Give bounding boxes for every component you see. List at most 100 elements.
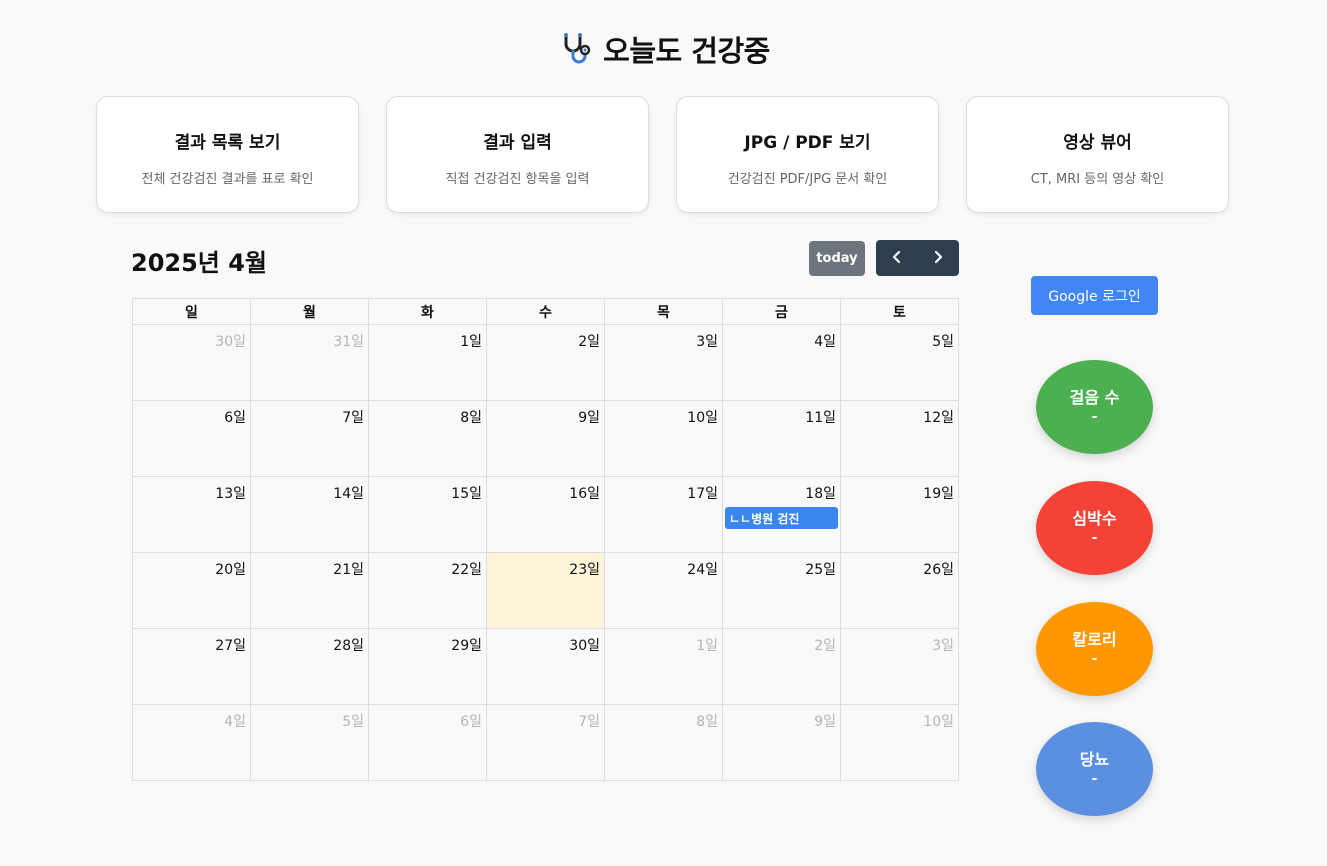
card-document-viewer[interactable]: JPG / PDF 보기 건강검진 PDF/JPG 문서 확인 [676,96,939,213]
calendar-day-cell[interactable]: 17일 [604,476,723,553]
app-title: 오늘도 건강중 [603,34,770,68]
calendar-day-cell[interactable]: 6일 [132,400,251,477]
calendar-day-cell[interactable]: 30일 [132,324,251,401]
day-number: 4일 [814,334,836,350]
card-title: 결과 입력 [483,133,552,153]
day-number: 27일 [215,638,246,654]
calendar-day-cell[interactable]: 8일 [604,704,723,781]
card-title: 결과 목록 보기 [174,133,281,153]
card-image-viewer[interactable]: 영상 뷰어 CT, MRI 등의 영상 확인 [966,96,1229,213]
calendar-day-cell[interactable]: 4일 [132,704,251,781]
day-number: 2일 [814,638,836,654]
weekday-sun: 일 [132,298,251,325]
calendar-day-cell[interactable]: 10일 [840,704,959,781]
calendar-day-cell[interactable]: 22일 [368,552,487,629]
calendar-day-cell[interactable]: 31일 [250,324,369,401]
day-number: 3일 [932,638,954,654]
weekday-wed: 수 [486,298,605,325]
day-number: 18일 [805,486,836,502]
day-number: 5일 [342,714,364,730]
calendar-day-cell[interactable]: 20일 [132,552,251,629]
calendar-day-cell[interactable]: 2일 [722,628,841,705]
card-title: 영상 뷰어 [1063,133,1132,153]
calendar-day-cell[interactable]: 5일 [250,704,369,781]
calendar-day-cell[interactable]: 16일 [486,476,605,553]
day-number: 20일 [215,562,246,578]
calendar-event[interactable]: ㄴㄴ병원 검진 [725,507,838,529]
calendar-day-cell[interactable]: 24일 [604,552,723,629]
card-result-list[interactable]: 결과 목록 보기 전체 건강검진 결과를 표로 확인 [96,96,359,213]
calendar-day-cell[interactable]: 7일 [250,400,369,477]
metric-calories[interactable]: 칼로리 - [1036,602,1153,696]
today-button[interactable]: today [809,241,865,276]
metric-blood-sugar[interactable]: 당뇨 - [1036,722,1153,816]
calendar-week: 13일 14일 15일 16일 17일 18일 ㄴㄴ병원 검진 19일 [132,476,959,553]
card-result-input[interactable]: 결과 입력 직접 건강검진 항목을 입력 [386,96,649,213]
day-number: 29일 [451,638,482,654]
weekday-header: 일 월 화 수 목 금 토 [132,298,959,325]
calendar-day-cell[interactable]: 15일 [368,476,487,553]
calendar-day-cell[interactable]: 11일 [722,400,841,477]
day-number: 6일 [224,410,246,426]
day-number: 16일 [569,486,600,502]
day-number: 7일 [578,714,600,730]
google-login-button[interactable]: Google 로그인 [1031,276,1158,315]
metric-label: 걸음 수 [1069,388,1120,407]
day-number: 30일 [215,334,246,350]
calendar-day-cell[interactable]: 26일 [840,552,959,629]
calendar-day-cell[interactable]: 7일 [486,704,605,781]
calendar-day-cell[interactable]: 9일 [722,704,841,781]
day-number: 3일 [696,334,718,350]
calendar-day-cell[interactable]: 12일 [840,400,959,477]
calendar-day-cell[interactable]: 10일 [604,400,723,477]
calendar-day-cell[interactable]: 28일 [250,628,369,705]
day-number: 1일 [696,638,718,654]
calendar-day-cell[interactable]: 21일 [250,552,369,629]
next-month-button[interactable] [918,240,960,276]
day-number: 31일 [333,334,364,350]
day-number: 10일 [687,410,718,426]
day-number: 15일 [451,486,482,502]
calendar-day-cell[interactable]: 23일 [486,552,605,629]
calendar-day-cell[interactable]: 1일 [368,324,487,401]
weekday-mon: 월 [250,298,369,325]
calendar-day-cell[interactable]: 18일 ㄴㄴ병원 검진 [722,476,841,553]
day-number: 11일 [805,410,836,426]
metric-label: 당뇨 [1079,750,1110,769]
calendar-day-cell[interactable]: 1일 [604,628,723,705]
calendar-day-cell[interactable]: 25일 [722,552,841,629]
metric-value: - [1091,771,1098,787]
calendar-day-cell[interactable]: 29일 [368,628,487,705]
prev-month-button[interactable] [876,240,918,276]
calendar-day-cell[interactable]: 4일 [722,324,841,401]
weekday-sat: 토 [840,298,959,325]
app-page: 오늘도 건강중 결과 목록 보기 전체 건강검진 결과를 표로 확인 결과 입력… [0,0,1327,866]
day-number: 1일 [460,334,482,350]
calendar-week: 20일 21일 22일 23일 24일 25일 26일 [132,552,959,629]
calendar-day-cell[interactable]: 14일 [250,476,369,553]
calendar-day-cell[interactable]: 19일 [840,476,959,553]
calendar-day-cell[interactable]: 8일 [368,400,487,477]
calendar-day-cell[interactable]: 6일 [368,704,487,781]
calendar-day-cell[interactable]: 5일 [840,324,959,401]
calendar-day-cell[interactable]: 3일 [840,628,959,705]
stethoscope-icon [557,31,593,67]
calendar-day-cell[interactable]: 3일 [604,324,723,401]
calendar-day-cell[interactable]: 9일 [486,400,605,477]
calendar-day-cell[interactable]: 27일 [132,628,251,705]
calendar-day-cell[interactable]: 30일 [486,628,605,705]
metric-heart-rate[interactable]: 심박수 - [1036,481,1153,575]
metric-steps[interactable]: 걸음 수 - [1036,360,1153,454]
day-number: 19일 [923,486,954,502]
app-header: 오늘도 건강중 [0,28,1327,70]
day-number: 25일 [805,562,836,578]
metric-label: 칼로리 [1072,630,1117,649]
day-number: 9일 [578,410,600,426]
calendar-day-cell[interactable]: 13일 [132,476,251,553]
day-number: 6일 [460,714,482,730]
weekday-fri: 금 [722,298,841,325]
calendar-day-cell[interactable]: 2일 [486,324,605,401]
calendar-week: 30일 31일 1일 2일 3일 4일 5일 [132,324,959,401]
metric-value: - [1091,530,1098,546]
day-number: 26일 [923,562,954,578]
